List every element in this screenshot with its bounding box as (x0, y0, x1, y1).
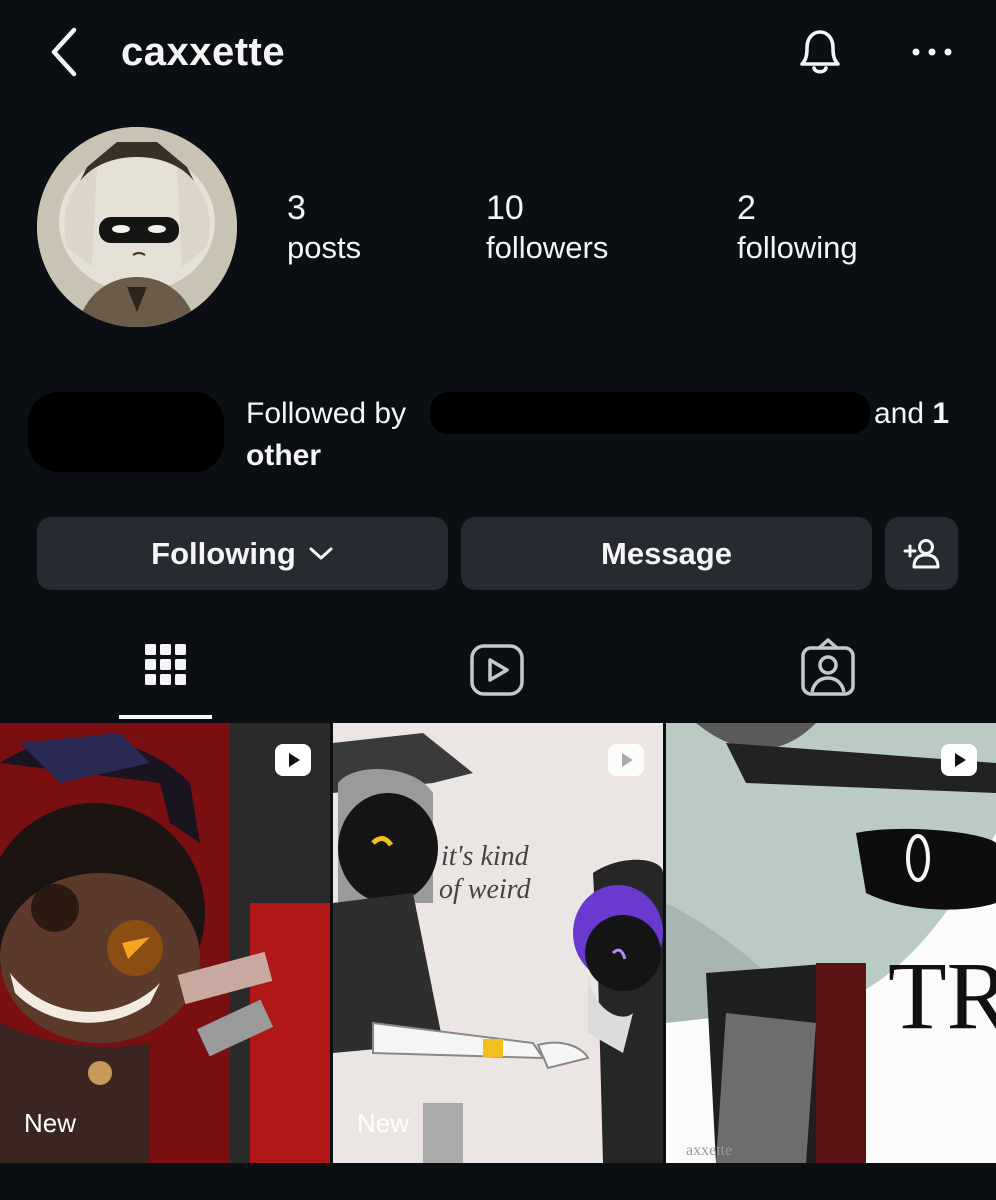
grid-icon (145, 644, 186, 685)
stat-followers[interactable]: 10 followers (486, 188, 608, 268)
reels-icon (470, 644, 524, 696)
add-user-icon (903, 538, 939, 568)
chevron-down-icon (309, 547, 333, 559)
stat-posts[interactable]: 3 posts (287, 188, 361, 268)
stat-following-label: following (737, 230, 858, 265)
following-button-label: Following (151, 535, 296, 571)
svg-text:of weird: of weird (439, 874, 532, 905)
post-thumbnail[interactable]: New (0, 723, 330, 1163)
post-image: TR axxette (666, 723, 996, 1163)
bell-icon (800, 30, 840, 74)
followed-by-count: 1 (932, 397, 950, 430)
back-button[interactable] (44, 24, 88, 80)
post-thumbnail[interactable]: it's kind of weird New (333, 723, 663, 1163)
avatar-image (37, 127, 237, 327)
followed-by-prefix: Followed by (246, 397, 407, 430)
profile-username: caxxette (121, 30, 286, 74)
redacted-follower-names (430, 392, 870, 434)
tab-grid[interactable] (119, 630, 212, 720)
tab-reels[interactable] (450, 630, 543, 720)
stat-following-count: 2 (737, 189, 756, 227)
post-new-label: New (24, 1108, 77, 1138)
redacted-follower-avatars (28, 392, 224, 472)
chevron-left-icon (51, 27, 77, 77)
active-tab-indicator (119, 715, 212, 719)
post-thumbnail[interactable]: TR axxette (666, 723, 996, 1163)
followed-by-and: and 1 (874, 394, 949, 434)
reel-icon (941, 744, 977, 776)
post-big-text: TR (888, 942, 996, 1049)
followed-by-other-link[interactable]: other (246, 436, 321, 476)
post-watermark: axxette (686, 1142, 732, 1159)
stat-followers-count: 10 (486, 189, 524, 227)
following-button[interactable]: Following (37, 517, 448, 590)
more-horizontal-icon (912, 48, 952, 56)
bottom-edge (0, 1163, 996, 1200)
add-user-button[interactable] (885, 517, 958, 590)
stat-followers-label: followers (486, 230, 609, 265)
stat-posts-label: posts (287, 230, 362, 265)
svg-text:it's kind: it's kind (441, 841, 530, 872)
reel-icon (275, 744, 311, 776)
tab-tagged[interactable] (781, 630, 874, 720)
message-button[interactable]: Message (461, 517, 872, 590)
post-image: it's kind of weird (333, 723, 663, 1163)
avatar[interactable] (37, 127, 237, 327)
post-image (0, 723, 330, 1163)
stat-following[interactable]: 2 following (737, 188, 858, 268)
post-new-label: New (357, 1108, 410, 1138)
followed-by-and-text: and (874, 397, 925, 430)
notifications-button[interactable] (790, 24, 850, 80)
more-options-button[interactable] (904, 30, 960, 74)
tagged-icon (801, 638, 855, 696)
reel-icon (608, 744, 644, 776)
message-button-label: Message (601, 535, 732, 571)
stat-posts-count: 3 (287, 189, 306, 227)
